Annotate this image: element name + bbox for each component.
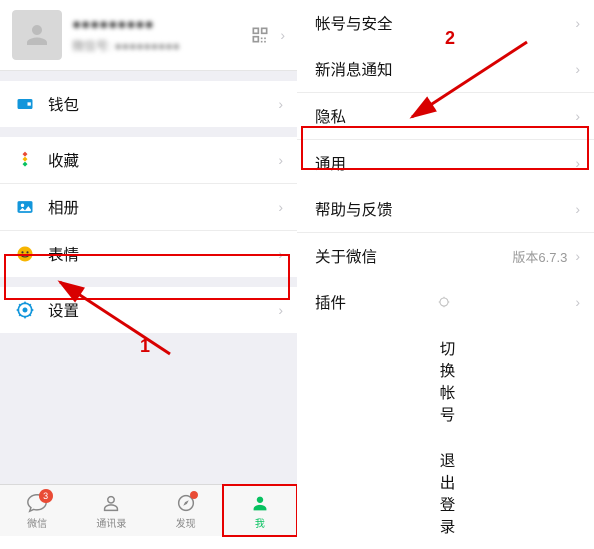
chevron-right-icon: › [278,96,283,112]
chat-badge: 3 [39,489,53,503]
switch-account-item[interactable]: 切换帐号 [297,325,594,437]
general-item[interactable]: 通用 › [297,140,594,186]
favorites-icon [14,149,36,171]
tab-contacts[interactable]: 通讯录 [74,485,148,536]
tab-chat[interactable]: 3 微信 [0,485,74,536]
settings-screen: 帐号与安全 › 新消息通知 › 隐私 › 通用 › 帮助与反馈 › 关于微信 版… [297,0,594,536]
settings-item[interactable]: 设置 › [0,287,297,333]
logout-label: 退出登录 [440,449,456,537]
contacts-icon [100,492,122,514]
help-feedback-item[interactable]: 帮助与反馈 › [297,186,594,233]
album-item[interactable]: 相册 › [0,184,297,231]
album-label: 相册 [48,196,272,218]
emoji-label: 表情 [48,243,272,265]
tab-me-label: 我 [255,515,265,530]
album-icon [14,196,36,218]
avatar [12,10,62,60]
account-security-item[interactable]: 帐号与安全 › [297,0,594,46]
chevron-right-icon: › [280,27,285,43]
tab-bar: 3 微信 通讯录 发现 我 [0,484,297,536]
wallet-item[interactable]: 钱包 › [0,81,297,127]
chevron-right-icon: › [575,294,580,310]
about-label: 关于微信 [315,245,512,267]
profile-text: ●●●●●●●●● 微信号: ●●●●●●●●● [72,16,246,54]
qr-code-button[interactable] [246,21,274,49]
profile-row[interactable]: ●●●●●●●●● 微信号: ●●●●●●●●● › [0,0,297,71]
chevron-right-icon: › [575,248,580,264]
wallet-icon [14,93,36,115]
chevron-right-icon: › [278,199,283,215]
settings-icon [14,299,36,321]
privacy-label: 隐私 [315,105,569,127]
new-message-notify-label: 新消息通知 [315,58,569,80]
switch-account-label: 切换帐号 [440,337,456,425]
tab-chat-label: 微信 [27,515,47,530]
chevron-right-icon: › [278,246,283,262]
person-icon [22,20,52,50]
help-feedback-label: 帮助与反馈 [315,198,569,220]
about-item[interactable]: 关于微信 版本6.7.3 › [297,233,594,279]
emoji-item[interactable]: 表情 › [0,231,297,277]
qr-icon [250,25,270,45]
tab-discover-label: 发现 [176,515,196,530]
profile-id: 微信号: ●●●●●●●●● [72,37,246,54]
me-icon [249,492,271,514]
plugins-label: 插件 [315,291,433,313]
chevron-right-icon: › [575,61,580,77]
logout-item[interactable]: 退出登录 [297,437,594,549]
plugins-item[interactable]: 插件 › [297,279,594,325]
chevron-right-icon: › [575,155,580,171]
settings-label: 设置 [48,299,272,321]
general-label: 通用 [315,152,569,174]
privacy-item[interactable]: 隐私 › [297,93,594,140]
tab-discover[interactable]: 发现 [149,485,223,536]
chevron-right-icon: › [575,15,580,31]
tab-contacts-label: 通讯录 [96,515,126,530]
profile-name: ●●●●●●●●● [72,16,246,33]
discover-dot [190,491,198,499]
me-tab-screen: ●●●●●●●●● 微信号: ●●●●●●●●● › 钱包 › 收藏 › [0,0,297,536]
new-message-notify-item[interactable]: 新消息通知 › [297,46,594,93]
favorites-label: 收藏 [48,149,272,171]
plugin-icon [437,295,451,309]
wallet-label: 钱包 [48,93,272,115]
tab-me[interactable]: 我 [223,485,297,536]
chevron-right-icon: › [278,302,283,318]
chevron-right-icon: › [575,201,580,217]
favorites-item[interactable]: 收藏 › [0,137,297,184]
chevron-right-icon: › [575,108,580,124]
account-security-label: 帐号与安全 [315,12,569,34]
about-version: 版本6.7.3 [512,247,567,266]
chevron-right-icon: › [278,152,283,168]
emoji-icon [14,243,36,265]
